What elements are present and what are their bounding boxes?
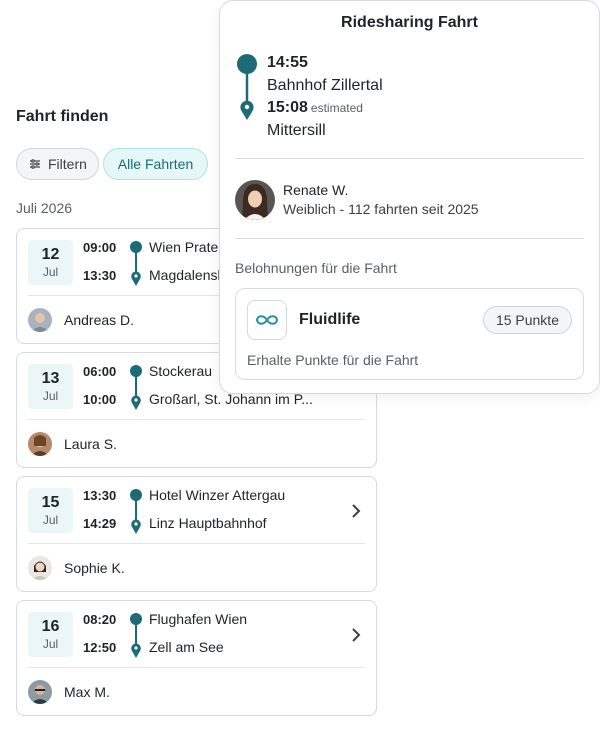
avatar (28, 680, 52, 704)
trip-card[interactable]: 16 Jul 08:20 12:50 Flughafen Wien Zell a… (16, 600, 377, 716)
date-day: 16 (41, 618, 60, 635)
departure-place: Stockerau (149, 363, 213, 379)
card-divider (28, 667, 365, 668)
date-box: 13 Jul (28, 364, 73, 409)
trip-card[interactable]: 15 Jul 13:30 14:29 Hotel Winzer Attergau… (16, 476, 377, 592)
arrival-place: Linz Hauptbahnhof (149, 515, 267, 531)
date-month: Jul (42, 513, 59, 527)
filter-icon (29, 158, 41, 170)
departure-time: 06:00 (83, 364, 117, 379)
arrival-time: 10:00 (83, 392, 117, 407)
date-box: 16 Jul (28, 612, 73, 657)
filter-button-label: Filtern (48, 156, 87, 172)
departure-place: Hotel Winzer Attergau (149, 487, 286, 503)
arrival-time-value: 15:08 (267, 99, 308, 116)
driver-avatar (235, 180, 275, 220)
all-trips-chip[interactable]: Alle Fahrten (103, 148, 208, 180)
departure-time: 09:00 (83, 240, 117, 255)
route-line-icon (130, 365, 142, 410)
departure-place: Flughafen Wien (149, 611, 248, 627)
panel-divider (235, 238, 584, 239)
chevron-right-icon[interactable] (350, 503, 362, 519)
arrival-time: 13:30 (83, 268, 117, 283)
date-box: 12 Jul (28, 240, 73, 285)
departure-place: Wien Prater (149, 239, 223, 255)
driver-name: Renate W. (283, 182, 349, 198)
month-heading: Juli 2026 (16, 200, 73, 216)
driver-name: Laura S. (64, 436, 117, 452)
chevron-right-icon[interactable] (350, 627, 362, 643)
departure-place: Bahnhof Zillertal (267, 77, 383, 94)
reward-description: Erhalte Punkte für die Fahrt (247, 352, 419, 368)
reward-name: Fluidlife (299, 311, 361, 328)
date-month: Jul (42, 265, 59, 279)
driver-meta: Weiblich - 112 fahrten seit 2025 (283, 201, 479, 217)
date-day: 12 (41, 246, 60, 263)
date-day: 13 (41, 370, 60, 387)
driver-name: Max M. (64, 684, 110, 700)
panel-title: Ridesharing Fahrt (341, 14, 478, 31)
departure-time: 14:55 (267, 54, 308, 71)
reward-card[interactable]: Fluidlife 15 Punkte Erhalte Punkte für d… (235, 288, 584, 380)
departure-time: 08:20 (83, 612, 117, 627)
estimated-label: estimated (310, 101, 363, 115)
page-title: Fahrt finden (16, 108, 109, 125)
avatar (28, 308, 52, 332)
driver-name: Andreas D. (64, 312, 135, 328)
arrival-place: Mittersill (267, 122, 326, 139)
card-divider (28, 543, 365, 544)
avatar (28, 556, 52, 580)
date-month: Jul (42, 637, 59, 651)
arrival-time: 12:50 (83, 640, 117, 655)
avatar (28, 432, 52, 456)
route-line-icon (130, 241, 142, 286)
ride-detail-panel: Ridesharing Fahrt 14:55 Bahnhof Zillerta… (219, 0, 600, 394)
panel-divider (235, 158, 584, 159)
route-line-icon (130, 613, 142, 658)
date-box: 15 Jul (28, 488, 73, 533)
fluidlife-logo-icon (247, 300, 287, 340)
date-day: 15 (41, 494, 60, 511)
points-badge: 15 Punkte (482, 306, 572, 334)
filter-button[interactable]: Filtern (16, 148, 99, 180)
date-month: Jul (42, 389, 59, 403)
arrival-place: Zell am See (149, 639, 224, 655)
departure-time: 13:30 (83, 488, 117, 503)
rewards-heading: Belohnungen für die Fahrt (235, 260, 397, 276)
arrival-time: 15:08 estimated (267, 99, 363, 117)
route-line-icon (130, 489, 142, 534)
card-divider (28, 419, 365, 420)
arrival-time: 14:29 (83, 516, 117, 531)
route-line-icon (237, 54, 257, 120)
driver-name: Sophie K. (64, 560, 125, 576)
